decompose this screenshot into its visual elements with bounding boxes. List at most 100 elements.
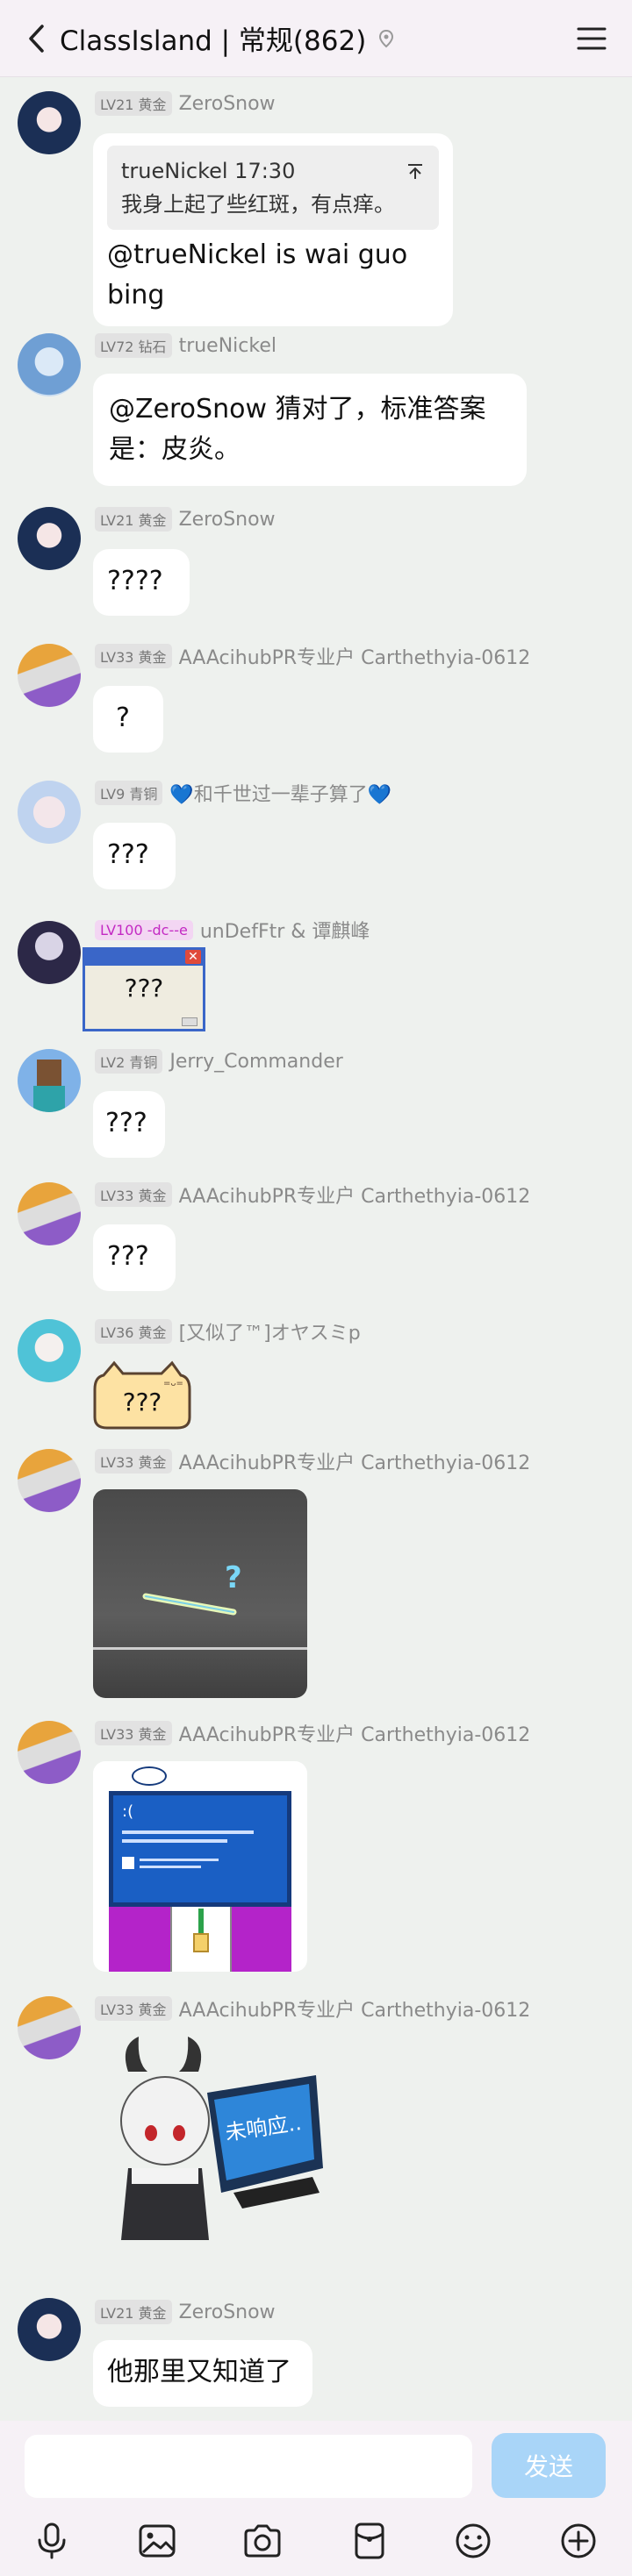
sender-meta: LV33 黄金 AAAcihubPR专业户 Carthethyia-0612 bbox=[95, 1994, 531, 2023]
avatar[interactable] bbox=[18, 781, 81, 844]
menu-icon[interactable] bbox=[576, 23, 607, 54]
sender-name[interactable]: ZeroSnow bbox=[179, 93, 276, 115]
avatar[interactable] bbox=[18, 1182, 81, 1245]
avatar[interactable] bbox=[18, 507, 81, 570]
speech-bubble-icon bbox=[132, 1766, 167, 1786]
message-text: @trueNickel is wai guo bing bbox=[107, 239, 408, 310]
message-bubble[interactable]: trueNickel 17:30 我身上起了些红斑，有点痒。 @trueNick… bbox=[93, 133, 453, 326]
sender-name[interactable]: ZeroSnow bbox=[179, 509, 276, 531]
composer-bar: 发送 bbox=[0, 2421, 632, 2576]
level-badge: LV100 -dc--e bbox=[95, 919, 193, 940]
image-message[interactable]: :( bbox=[93, 1761, 307, 1972]
back-icon[interactable] bbox=[18, 19, 56, 58]
level-badge: LV36 黄金 bbox=[95, 1319, 172, 1344]
avatar[interactable] bbox=[18, 91, 81, 154]
sender-meta: LV72 钻石 trueNickel bbox=[95, 333, 276, 358]
message-bubble[interactable]: 他那里又知道了 bbox=[93, 2340, 312, 2407]
message-bubble[interactable]: ??? bbox=[93, 1091, 165, 1158]
message-bubble[interactable]: ??? bbox=[93, 823, 176, 889]
sender-meta: LV33 黄金 AAAcihubPR专业户 Carthethyia-0612 bbox=[95, 1181, 531, 1209]
sender-name[interactable]: AAAcihubPR专业户 Carthethyia-0612 bbox=[179, 1719, 531, 1747]
sender-meta: LV33 黄金 AAAcihubPR专业户 Carthethyia-0612 bbox=[95, 642, 531, 670]
avatar[interactable] bbox=[18, 333, 81, 396]
level-badge: LV9 青铜 bbox=[95, 781, 163, 805]
window-bubble[interactable]: ✕ ??? bbox=[83, 947, 205, 1031]
sender-meta: LV21 黄金 ZeroSnow bbox=[95, 2300, 276, 2324]
avatar[interactable] bbox=[18, 921, 81, 984]
microphone-icon[interactable] bbox=[30, 2519, 74, 2563]
sender-name[interactable]: AAAcihubPR专业户 Carthethyia-0612 bbox=[179, 642, 531, 670]
minecraft-body bbox=[33, 1086, 65, 1112]
red-packet-icon[interactable] bbox=[348, 2519, 391, 2563]
lanyard bbox=[198, 1909, 204, 1933]
sender-name[interactable]: AAAcihubPR专业户 Carthethyia-0612 bbox=[179, 1447, 531, 1475]
sender-meta: LV2 青铜 Jerry_Commander bbox=[95, 1049, 343, 1074]
sender-name[interactable]: AAAcihubPR专业户 Carthethyia-0612 bbox=[179, 1181, 531, 1209]
sad-face: :( bbox=[122, 1802, 134, 1821]
message-text: @ZeroSnow 猜对了，标准答案 bbox=[109, 394, 486, 425]
level-badge: LV33 黄金 bbox=[95, 1996, 172, 2021]
avatar[interactable] bbox=[18, 644, 81, 707]
badge-icon bbox=[193, 1933, 209, 1952]
message-text: ??? bbox=[107, 839, 149, 870]
sender-name[interactable]: unDefFtr & 谭麒峰 bbox=[200, 916, 370, 944]
emoji-icon[interactable] bbox=[451, 2519, 495, 2563]
plus-icon[interactable] bbox=[557, 2519, 600, 2563]
avatar[interactable] bbox=[18, 1996, 81, 2059]
avatar[interactable] bbox=[18, 1319, 81, 1382]
chat-title[interactable]: ClassIsland | 常规(862) bbox=[60, 18, 366, 58]
sender-meta: LV21 黄金 ZeroSnow bbox=[95, 507, 276, 532]
avatar[interactable] bbox=[18, 2298, 81, 2361]
sender-name[interactable]: ZeroSnow bbox=[179, 2301, 276, 2323]
window-titlebar: ✕ bbox=[85, 950, 203, 966]
level-badge: LV33 黄金 bbox=[95, 644, 172, 668]
camera-icon[interactable] bbox=[241, 2519, 284, 2563]
avatar[interactable] bbox=[18, 1049, 81, 1112]
svg-text:?: ? bbox=[225, 1560, 242, 1595]
sender-meta: LV100 -dc--e unDefFtr & 谭麒峰 bbox=[95, 916, 370, 944]
message-text: ??? bbox=[107, 1241, 149, 1272]
qr-icon bbox=[122, 1857, 134, 1869]
message-input[interactable] bbox=[25, 2435, 472, 2498]
message-text: ??? bbox=[105, 1108, 147, 1138]
message-text: 他那里又知道了 bbox=[107, 2357, 291, 2387]
sender-meta: LV21 黄金 ZeroSnow bbox=[95, 91, 276, 116]
anime-monitor-sticker[interactable]: 未响应.. bbox=[93, 2037, 330, 2251]
sender-meta: LV33 黄金 AAAcihubPR专业户 Carthethyia-0612 bbox=[95, 1719, 531, 1747]
sender-name[interactable]: trueNickel bbox=[179, 335, 276, 357]
sender-name[interactable]: Jerry_Commander bbox=[169, 1051, 342, 1073]
level-badge: LV21 黄金 bbox=[95, 91, 172, 116]
level-badge: LV21 黄金 bbox=[95, 2300, 172, 2324]
avatar[interactable] bbox=[18, 1449, 81, 1512]
level-badge: LV33 黄金 bbox=[95, 1721, 172, 1745]
avatar[interactable] bbox=[18, 1721, 81, 1784]
ok-icon bbox=[182, 1017, 198, 1026]
level-badge: LV21 黄金 bbox=[95, 507, 172, 532]
light-bar-sticker: ? bbox=[93, 1560, 307, 1650]
sender-meta: LV33 黄金 AAAcihubPR专业户 Carthethyia-0612 bbox=[95, 1449, 530, 1474]
level-badge: LV33 黄金 bbox=[95, 1449, 172, 1474]
jump-to-top-icon[interactable] bbox=[406, 158, 425, 191]
message-bubble[interactable]: ? bbox=[93, 686, 163, 753]
sender-name[interactable]: [又似了™]オヤスミp bbox=[179, 1317, 361, 1345]
message-text: ???? bbox=[107, 566, 163, 596]
message-bubble[interactable]: ??? bbox=[93, 1224, 176, 1291]
cat-bubble[interactable]: =ᴗ= ??? bbox=[91, 1359, 193, 1433]
level-badge: LV2 青铜 bbox=[95, 1049, 163, 1074]
sender-name[interactable]: AAAcihubPR专业户 Carthethyia-0612 bbox=[179, 1994, 531, 2023]
sender-name[interactable]: 💙和千世过一辈子算了💙 bbox=[169, 779, 391, 807]
image-message[interactable]: ? bbox=[93, 1489, 307, 1698]
level-badge: LV33 黄金 bbox=[95, 1182, 172, 1207]
level-badge: LV72 钻石 bbox=[95, 333, 172, 358]
message-text: ??? bbox=[122, 1388, 162, 1416]
message-text: ??? bbox=[124, 974, 164, 1003]
message-bubble[interactable]: @ZeroSnow 猜对了，标准答案 是：皮炎。 bbox=[93, 374, 527, 486]
close-icon[interactable]: ✕ bbox=[185, 950, 201, 964]
quote-author: trueNickel 17:30 bbox=[121, 159, 296, 183]
message-text: ? bbox=[116, 703, 130, 733]
image-icon[interactable] bbox=[135, 2519, 179, 2563]
quoted-message[interactable]: trueNickel 17:30 我身上起了些红斑，有点痒。 bbox=[107, 146, 439, 230]
message-bubble[interactable]: ???? bbox=[93, 549, 190, 616]
send-button[interactable]: 发送 bbox=[492, 2433, 606, 2498]
quote-text: 我身上起了些红斑，有点痒。 bbox=[121, 192, 395, 217]
